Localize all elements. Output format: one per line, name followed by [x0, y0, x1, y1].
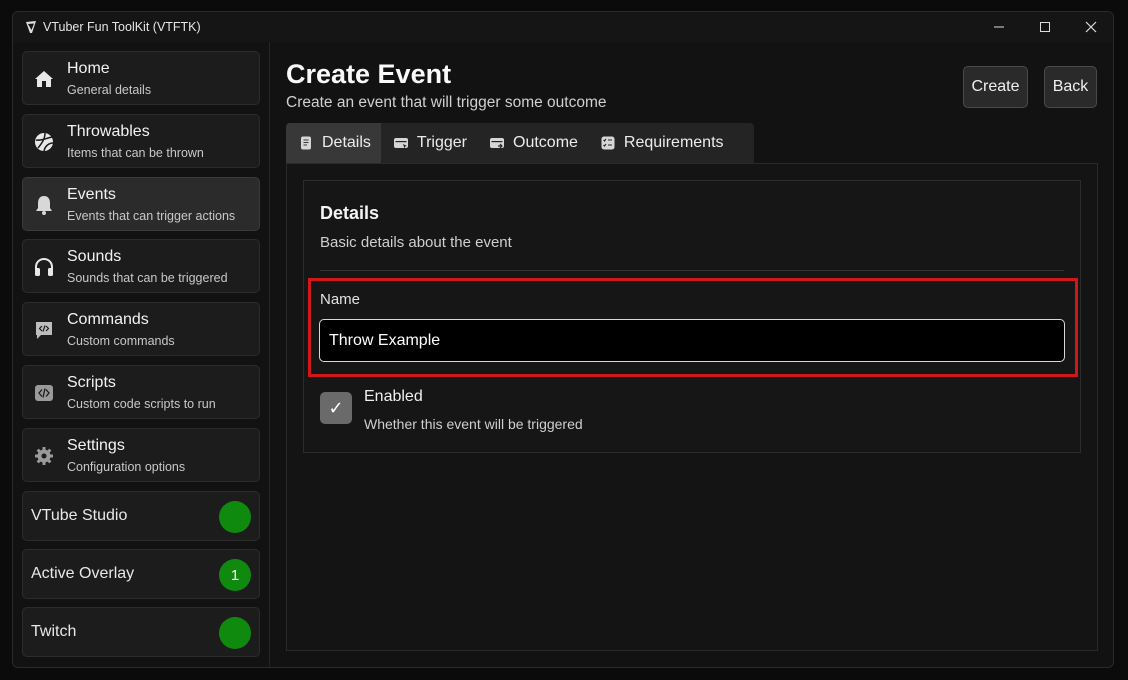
enabled-label: Enabled: [364, 388, 423, 405]
status-indicator: [219, 501, 251, 533]
tab-bar: Details Trigger Outcome Requirements: [286, 123, 754, 163]
sidebar-item-title: Sounds: [67, 248, 122, 265]
sidebar-item-title: Scripts: [67, 374, 116, 391]
status-twitch[interactable]: Twitch: [22, 607, 260, 657]
sidebar-item-title: Settings: [67, 437, 125, 454]
checklist-icon: [601, 136, 615, 150]
sidebar-item-events[interactable]: Events Events that can trigger actions: [22, 177, 260, 231]
status-label: Active Overlay: [31, 565, 135, 582]
details-card: Details Basic details about the event Na…: [303, 180, 1081, 453]
sidebar: Home General details Throwables Items th…: [13, 42, 270, 667]
enabled-description: Whether this event will be triggered: [364, 416, 583, 432]
section-description: Basic details about the event: [320, 234, 512, 251]
sidebar-item-commands[interactable]: Commands Custom commands: [22, 302, 260, 356]
page-title: Create Event: [286, 59, 452, 89]
headphones-icon: [35, 257, 53, 276]
page-subtitle: Create an event that will trigger some o…: [286, 94, 607, 111]
back-button[interactable]: Back: [1044, 66, 1097, 108]
sidebar-item-subtitle: Sounds that can be triggered: [67, 271, 228, 285]
divider: [320, 270, 1064, 271]
close-button[interactable]: [1068, 12, 1113, 42]
status-active-overlay[interactable]: Active Overlay 1: [22, 549, 260, 599]
status-label: VTube Studio: [31, 507, 128, 524]
app-logo-icon: [26, 21, 36, 33]
tab-outcome[interactable]: Outcome: [477, 123, 588, 163]
tab-label: Outcome: [513, 134, 578, 151]
sidebar-item-throwables[interactable]: Throwables Items that can be thrown: [22, 114, 260, 168]
gear-icon: [35, 447, 53, 465]
sidebar-item-scripts[interactable]: Scripts Custom code scripts to run: [22, 365, 260, 419]
sidebar-item-home[interactable]: Home General details: [22, 51, 260, 105]
sidebar-item-title: Throwables: [67, 123, 150, 140]
minimize-button[interactable]: [976, 12, 1022, 42]
status-label: Twitch: [31, 623, 77, 640]
sidebar-item-subtitle: Events that can trigger actions: [67, 209, 236, 223]
sidebar-item-subtitle: Items that can be thrown: [67, 146, 204, 160]
name-field-label: Name: [320, 291, 361, 308]
enabled-checkbox[interactable]: ✓: [320, 392, 352, 424]
sidebar-item-sounds[interactable]: Sounds Sounds that can be triggered: [22, 239, 260, 293]
create-button[interactable]: Create: [963, 66, 1028, 108]
sidebar-item-title: Home: [67, 60, 110, 77]
sidebar-item-settings[interactable]: Settings Configuration options: [22, 428, 260, 482]
window-title: VTuber Fun ToolKit (VTFTK): [43, 20, 201, 34]
outcome-icon: [490, 138, 504, 149]
section-title: Details: [320, 203, 380, 223]
sidebar-item-title: Events: [67, 186, 116, 203]
bell-icon: [36, 196, 52, 215]
tab-label: Details: [322, 134, 371, 151]
sidebar-item-subtitle: Custom commands: [67, 334, 175, 348]
maximize-button[interactable]: [1022, 12, 1068, 42]
sidebar-item-title: Commands: [67, 311, 149, 328]
close-icon: [1085, 21, 1097, 33]
code-bubble-icon: [36, 322, 52, 339]
tab-panel-details: Details Basic details about the event Na…: [286, 163, 1098, 651]
tab-label: Trigger: [416, 134, 467, 151]
name-input[interactable]: [319, 319, 1065, 362]
maximize-icon: [1040, 22, 1050, 32]
title-bar: VTuber Fun ToolKit (VTFTK): [13, 12, 1113, 42]
tab-details[interactable]: Details: [286, 123, 381, 163]
tab-requirements[interactable]: Requirements: [588, 123, 734, 163]
status-vtube-studio[interactable]: VTube Studio: [22, 491, 260, 541]
sidebar-item-subtitle: General details: [67, 83, 152, 97]
status-count-badge: 1: [219, 559, 251, 591]
minimize-icon: [994, 26, 1004, 28]
trigger-icon: [393, 138, 408, 149]
sidebar-item-subtitle: Custom code scripts to run: [67, 397, 216, 411]
document-icon: [301, 136, 311, 150]
app-window: VTuber Fun ToolKit (VTFTK) Home General …: [12, 11, 1114, 668]
status-indicator: [219, 617, 251, 649]
sidebar-item-subtitle: Configuration options: [67, 460, 186, 474]
tab-trigger[interactable]: Trigger: [381, 123, 477, 163]
code-icon: [35, 385, 53, 401]
ball-icon: [35, 132, 54, 152]
tab-label: Requirements: [623, 134, 724, 151]
home-icon: [35, 71, 53, 87]
